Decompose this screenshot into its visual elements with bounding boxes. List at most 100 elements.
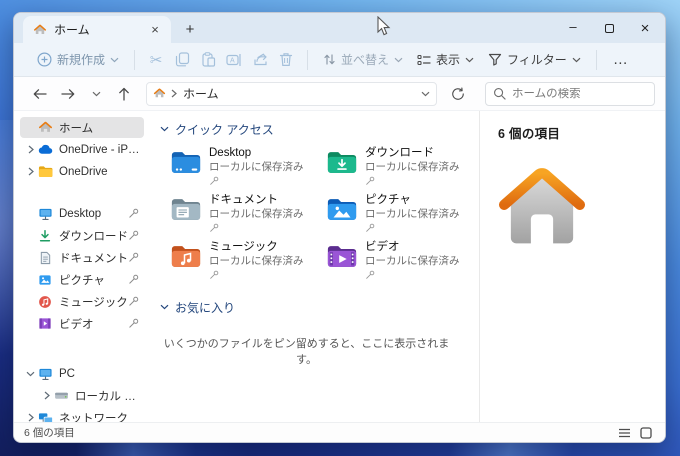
refresh-button[interactable]: [445, 82, 471, 106]
sidebar-item-network[interactable]: ネットワーク: [20, 407, 144, 422]
item-name: ピクチャ: [365, 194, 411, 206]
sidebar-item-home[interactable]: ホーム: [20, 117, 144, 138]
sidebar-item-pc[interactable]: PC: [20, 363, 144, 384]
item-status: ローカルに保存済み: [365, 255, 460, 267]
section-quick-access[interactable]: クイック アクセス: [160, 119, 473, 139]
minimize-button[interactable]: –: [555, 14, 591, 42]
documents-icon: [37, 250, 53, 266]
quick-item-music[interactable]: ミュージック ローカルに保存済み: [170, 241, 326, 281]
cut-button[interactable]: ✂: [143, 47, 169, 73]
tile-meta: ダウンロード ローカルに保存済み: [365, 147, 460, 187]
svg-text:A: A: [230, 57, 235, 64]
pin-icon: [128, 274, 140, 285]
videos-icon: [37, 316, 53, 332]
arrow-up-icon: [119, 87, 129, 101]
more-options-button[interactable]: …: [605, 51, 637, 68]
chevron-down-icon: [572, 57, 581, 63]
item-name: ミュージック: [209, 241, 278, 253]
large-icons-view-button[interactable]: [635, 425, 657, 441]
sort-button[interactable]: 並べ替え: [316, 47, 410, 73]
chevron-down-icon[interactable]: [160, 126, 169, 132]
desktop-icon: [37, 206, 53, 222]
favorites-empty-message: いくつかのファイルをピン留めすると、ここに表示されます。: [163, 338, 450, 366]
sort-icon: [323, 53, 336, 66]
tab-close-icon[interactable]: ×: [147, 22, 163, 37]
item-status: ローカルに保存済み: [209, 208, 304, 220]
sidebar-item-pictures[interactable]: ピクチャ: [20, 269, 144, 290]
back-button[interactable]: [28, 82, 52, 106]
breadcrumb-segment[interactable]: ホーム: [183, 85, 219, 102]
quick-item-videos[interactable]: ビデオ ローカルに保存済み: [326, 241, 482, 281]
sidebar-item-label: ドキュメント: [59, 252, 128, 265]
arrow-left-icon: [33, 88, 47, 99]
breadcrumb[interactable]: ホーム: [146, 81, 437, 106]
expand-chevron-icon[interactable]: [24, 145, 37, 154]
sidebar-item-label: ローカル ディスク (C:): [75, 390, 140, 403]
search-box: [485, 81, 655, 106]
new-tab-button[interactable]: +: [177, 16, 203, 42]
pin-icon: [128, 318, 140, 329]
sidebar-item-label: Desktop: [59, 207, 102, 220]
pin-icon: [209, 270, 304, 280]
window-controls: – ×: [555, 13, 663, 43]
filter-button[interactable]: フィルター: [481, 47, 588, 73]
share-icon: [253, 52, 268, 67]
desktop-folder-icon: [170, 149, 202, 187]
quick-item-documents[interactable]: ドキュメント ローカルに保存済み: [170, 194, 326, 234]
sidebar-item-local-disk-c[interactable]: ローカル ディスク (C:): [36, 385, 144, 406]
share-button[interactable]: [247, 47, 273, 73]
pictures-icon: [37, 272, 53, 288]
section-title: クイック アクセス: [175, 122, 274, 137]
up-button[interactable]: [112, 82, 136, 106]
arrow-right-icon: [61, 88, 75, 99]
item-status: ローカルに保存済み: [365, 161, 460, 173]
chevron-down-icon: [394, 57, 403, 63]
expand-chevron-icon[interactable]: [40, 391, 53, 400]
new-button[interactable]: 新規作成: [30, 47, 126, 73]
sidebar-item-desktop[interactable]: Desktop: [20, 203, 144, 224]
section-favorites[interactable]: お気に入り: [160, 297, 473, 317]
pin-icon: [365, 223, 460, 233]
home-icon: [37, 120, 53, 136]
view-button[interactable]: 表示: [410, 47, 481, 73]
pin-icon: [365, 176, 460, 186]
details-view-button[interactable]: [613, 425, 635, 441]
delete-button[interactable]: [273, 47, 299, 73]
trash-icon: [279, 52, 293, 67]
recent-locations-button[interactable]: [84, 82, 108, 106]
home-icon: [33, 23, 47, 37]
paste-button[interactable]: [195, 47, 221, 73]
close-button[interactable]: ×: [627, 14, 663, 42]
chevron-down-icon[interactable]: [160, 304, 169, 310]
paste-icon: [201, 52, 216, 67]
forward-button[interactable]: [56, 82, 80, 106]
tab-home[interactable]: ホーム ×: [23, 16, 171, 43]
sidebar-item-music[interactable]: ミュージック: [20, 291, 144, 312]
collapse-chevron-icon[interactable]: [24, 371, 37, 377]
tab-bar: ホーム × + – ×: [14, 13, 665, 43]
copy-button[interactable]: [169, 47, 195, 73]
sidebar-item-onedrive[interactable]: OneDrive: [20, 161, 144, 182]
quick-item-pictures[interactable]: ピクチャ ローカルに保存済み: [326, 194, 482, 234]
onedrive-cloud-icon: [37, 142, 53, 158]
details-item-count: 6 個の項目: [498, 127, 561, 141]
sidebar-item-documents[interactable]: ドキュメント: [20, 247, 144, 268]
search-input[interactable]: [512, 87, 632, 100]
chevron-down-icon[interactable]: [421, 91, 430, 97]
navigation-pane: ホーム OneDrive - iPentec OneDrive: [14, 111, 148, 422]
maximize-button[interactable]: [591, 14, 627, 42]
quick-item-desktop[interactable]: Desktop ローカルに保存済み: [170, 147, 326, 187]
expand-chevron-icon[interactable]: [24, 413, 37, 422]
sidebar-item-label: ホーム: [59, 122, 94, 135]
folder-icon: [37, 164, 53, 180]
quick-item-downloads[interactable]: ダウンロード ローカルに保存済み: [326, 147, 482, 187]
pin-icon: [128, 230, 140, 241]
sidebar-item-onedrive-ipentec[interactable]: OneDrive - iPentec: [20, 139, 144, 160]
pin-icon: [209, 223, 304, 233]
copy-icon: [175, 52, 190, 67]
expand-chevron-icon[interactable]: [24, 167, 37, 176]
sidebar-item-downloads[interactable]: ダウンロード: [20, 225, 144, 246]
rename-button[interactable]: A: [221, 47, 247, 73]
sidebar-item-videos[interactable]: ビデオ: [20, 313, 144, 334]
